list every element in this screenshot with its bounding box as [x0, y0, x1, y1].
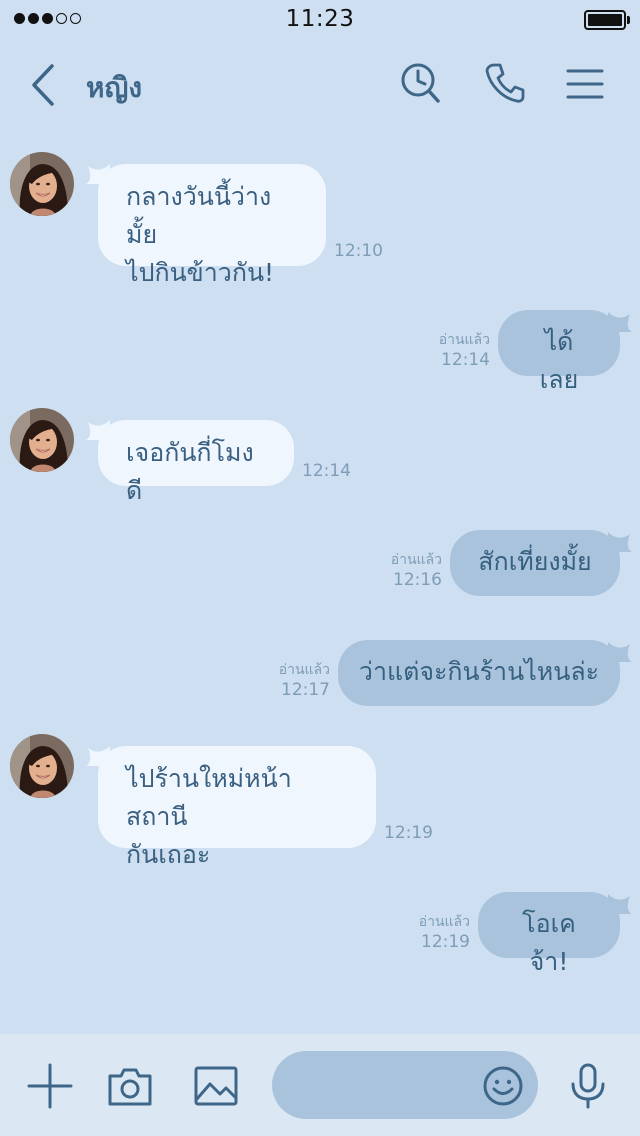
message-meta: อ่านแล้ว 12:17: [279, 661, 330, 701]
outgoing-message-bubble[interactable]: โอเคจ้า!: [478, 892, 620, 976]
emoji-icon[interactable]: [482, 1065, 524, 1107]
back-chevron-icon[interactable]: [26, 62, 62, 108]
contact-avatar[interactable]: [10, 734, 74, 798]
message-text-line: ไปกินข้าวกัน!: [126, 258, 275, 287]
plus-icon[interactable]: [26, 1062, 74, 1110]
incoming-message-bubble[interactable]: เจอกันกี่โมงดี: [98, 420, 294, 505]
message-timestamp: 12:14: [441, 350, 490, 370]
message-text-line: กลางวันนี้ว่างมั้ย: [126, 182, 272, 249]
message-text: ได้เลย: [539, 327, 579, 394]
read-receipt: อ่านแล้ว: [390, 552, 442, 568]
phone-icon[interactable]: [482, 60, 528, 106]
outgoing-message-bubble[interactable]: ได้เลย: [498, 310, 620, 394]
message-timestamp: 12:16: [393, 570, 442, 590]
read-receipt: อ่านแล้ว: [438, 332, 490, 348]
menu-icon[interactable]: [562, 60, 608, 106]
incoming-message-bubble[interactable]: ไปร้านใหม่หน้าสถานี กันเถอะ: [98, 746, 376, 869]
message-meta: อ่านแล้ว 12:19: [419, 913, 470, 953]
message-text-line: กันเถอะ: [126, 840, 211, 869]
message-meta: อ่านแล้ว 12:14: [439, 331, 490, 371]
message-text-line: ไปร้านใหม่หน้าสถานี: [126, 764, 292, 831]
status-time: 11:23: [285, 6, 355, 32]
message-timestamp: 12:19: [421, 932, 470, 952]
outgoing-message-bubble[interactable]: ว่าแต่จะกินร้านไหนล่ะ: [338, 640, 620, 706]
contact-avatar[interactable]: [10, 152, 74, 216]
camera-icon[interactable]: [106, 1062, 154, 1110]
message-timestamp: 12:10: [334, 241, 383, 261]
battery-icon: [584, 10, 630, 30]
message-text: โอเคจ้า!: [522, 909, 576, 976]
read-receipt: อ่านแล้ว: [418, 914, 470, 930]
outgoing-message-bubble[interactable]: สักเที่ยงมั้ย: [450, 530, 620, 596]
message-meta: อ่านแล้ว 12:16: [391, 551, 442, 591]
message-timestamp: 12:17: [281, 680, 330, 700]
message-text: ว่าแต่จะกินร้านไหนล่ะ: [358, 657, 600, 686]
chat-header: หญิง: [0, 40, 640, 130]
message-timestamp: 12:19: [384, 823, 433, 843]
message-timestamp: 12:14: [302, 461, 351, 481]
message-text: สักเที่ยงมั้ย: [478, 547, 592, 576]
status-bar: 11:23: [0, 0, 640, 40]
message-input-bar: [0, 1034, 640, 1136]
incoming-message-bubble[interactable]: กลางวันนี้ว่างมั้ย ไปกินข้าวกัน!: [98, 164, 326, 287]
image-icon[interactable]: [192, 1062, 240, 1110]
search-clock-icon[interactable]: [398, 60, 444, 106]
contact-avatar[interactable]: [10, 408, 74, 472]
chat-title: หญิง: [86, 71, 142, 104]
read-receipt: อ่านแล้ว: [278, 662, 330, 678]
microphone-icon[interactable]: [564, 1062, 612, 1110]
message-text-line: เจอกันกี่โมงดี: [126, 438, 254, 505]
